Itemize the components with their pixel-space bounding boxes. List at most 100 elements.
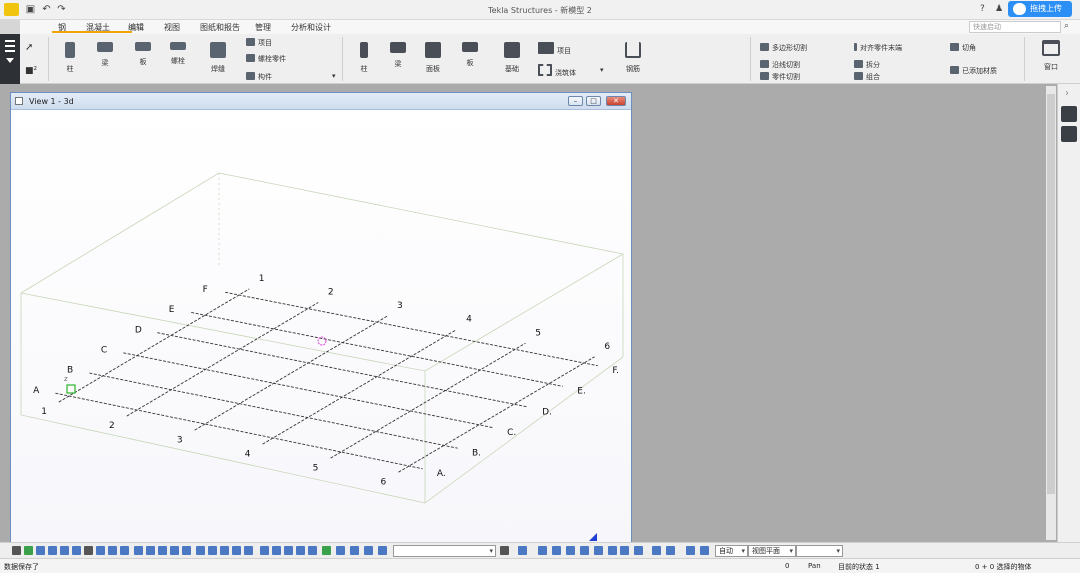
select-weld-icon[interactable] (120, 546, 129, 555)
select-object-icon[interactable] (84, 546, 93, 555)
model-canvas[interactable]: A A. B B. C C. D D. E E. F F. 1 1 2 2 3 3 4 4 5 5 6 6 z (11, 111, 631, 543)
quick-launch-input[interactable]: 快速启动 (969, 21, 1061, 33)
tab-drawings-reports[interactable]: 图纸和报告 (200, 22, 240, 33)
select-cut-icon[interactable] (134, 546, 143, 555)
fit-part-end-button[interactable]: 对齐零件末端 (854, 43, 902, 53)
select-reference-icon[interactable] (170, 546, 179, 555)
snap-end-points-icon[interactable] (296, 546, 305, 555)
snap-switch-dropdown[interactable]: ▾ (393, 545, 496, 557)
snap-geometry-lines-icon[interactable] (272, 546, 281, 555)
minimize-button[interactable]: – (568, 96, 583, 106)
select-component-icon[interactable] (48, 546, 57, 555)
snap-reference-lines-icon[interactable] (260, 546, 269, 555)
snap-settings-icon[interactable] (500, 546, 509, 555)
upload-button[interactable]: 拖拽上传 (1008, 1, 1072, 17)
polygon-cut-button[interactable]: 多边形切割 (760, 43, 807, 53)
line-cut-button[interactable]: 沿线切割 (760, 60, 800, 70)
select-point-icon[interactable] (158, 546, 167, 555)
concrete-item-button[interactable]: 项目 (538, 42, 571, 56)
tab-view[interactable]: 视图 (164, 22, 180, 33)
tab-analysis-design[interactable]: 分析和设计 (291, 22, 331, 33)
concrete-beam-button[interactable]: 梁 (387, 42, 409, 69)
select-pour-icon[interactable] (196, 546, 205, 555)
snap-arrow-icon[interactable] (666, 546, 675, 555)
select-in-view-icon[interactable] (686, 546, 695, 555)
steel-column-button[interactable]: 柱 (60, 42, 80, 74)
snap-tangent-icon[interactable] (620, 546, 629, 555)
expand-panel-icon[interactable]: › (1065, 88, 1069, 99)
extra-dropdown[interactable]: ▾ (796, 545, 843, 557)
snap-mode-dropdown[interactable]: 自动 ▾ (715, 545, 748, 557)
combine-button[interactable]: 组合 (854, 72, 880, 82)
help-icon[interactable]: ? (980, 4, 985, 14)
select-edge-icon[interactable] (232, 546, 241, 555)
bolt-button[interactable]: 螺栓 (166, 42, 190, 66)
properties-icon[interactable] (1061, 106, 1077, 122)
added-material-button[interactable]: 已添加材质 (950, 66, 997, 76)
side-menu-button[interactable] (0, 34, 20, 84)
user-icon[interactable]: ♟ (995, 4, 1003, 14)
bolt-part-button[interactable]: 螺栓零件 (246, 54, 286, 64)
select-bolt-icon[interactable] (72, 546, 81, 555)
snap-intersection-icon[interactable] (322, 546, 331, 555)
window-button[interactable]: 窗口 (1038, 40, 1064, 72)
close-button[interactable]: ✕ (606, 96, 626, 106)
snap-any-position-icon[interactable] (378, 546, 387, 555)
rebar-button[interactable]: 钢筋 (618, 42, 648, 74)
weld-button[interactable]: 焊缝 (207, 42, 229, 74)
select-switch-icon[interactable] (518, 546, 527, 555)
snap-angle-icon[interactable] (608, 546, 617, 555)
grid-line-E (191, 312, 563, 387)
snap-arc-icon[interactable] (634, 546, 643, 555)
footing-button[interactable]: 基础 (500, 42, 524, 74)
select-pointer-icon[interactable]: ➚ (25, 42, 33, 53)
snap-icon[interactable]: ■² (25, 66, 37, 76)
snap-orthogonal-icon[interactable] (652, 546, 661, 555)
concrete-more-chevron-icon[interactable]: ▾ (600, 66, 604, 74)
snap-center-icon[interactable] (538, 546, 547, 555)
steel-beam-button[interactable]: 梁 (94, 42, 116, 68)
snap-perpendicular-icon[interactable] (336, 546, 345, 555)
snap-mid-points-icon[interactable] (308, 546, 317, 555)
steel-plate-button[interactable]: 板 (132, 42, 154, 67)
component-button[interactable]: 构件 (246, 72, 272, 82)
select-grid-icon[interactable] (96, 546, 105, 555)
select-assembly-icon[interactable] (60, 546, 69, 555)
concrete-slab-button[interactable]: 板 (459, 42, 481, 68)
split-button[interactable]: 拆分 (854, 60, 880, 70)
select-line-icon[interactable] (244, 546, 253, 555)
steel-item-button[interactable]: 项目 (246, 38, 272, 48)
select-surface-icon[interactable] (36, 546, 45, 555)
select-grid-line-icon[interactable] (108, 546, 117, 555)
part-cut-button[interactable]: 零件切割 (760, 72, 800, 82)
select-all-icon[interactable] (12, 546, 21, 555)
snap-points-icon[interactable] (284, 546, 293, 555)
search-icon[interactable]: ⌕ (1064, 21, 1074, 31)
steel-more-chevron-icon[interactable]: ▾ (332, 72, 336, 80)
concrete-panel-button[interactable]: 面板 (422, 42, 444, 74)
snap-cross-icon[interactable] (594, 546, 603, 555)
catalog-icon[interactable] (1061, 126, 1077, 142)
select-parts-icon[interactable] (24, 546, 33, 555)
pour-button[interactable]: 浇筑体 (538, 64, 576, 78)
snap-square-icon[interactable] (552, 546, 561, 555)
view-title-bar[interactable]: View 1 - 3d – □ ✕ (11, 93, 631, 110)
snap-triangle-icon[interactable] (580, 546, 589, 555)
snap-circle-icon[interactable] (566, 546, 575, 555)
select-reinforcement-icon[interactable] (182, 546, 191, 555)
scrollbar-thumb[interactable] (1047, 94, 1055, 494)
work-plane-dropdown[interactable]: 视图平面 ▾ (748, 545, 796, 557)
select-view-icon[interactable] (146, 546, 155, 555)
select-plane-icon[interactable] (220, 546, 229, 555)
select-surface-treatment-icon[interactable] (208, 546, 217, 555)
snap-line-extension-icon[interactable] (364, 546, 373, 555)
view-window[interactable]: View 1 - 3d – □ ✕ A A. B B. C C. D D. E E. F F. 1 1 2 2… (10, 92, 632, 544)
select-all-views-icon[interactable] (700, 546, 709, 555)
chevron-down-icon: ▾ (741, 547, 745, 555)
chamfer-button[interactable]: 切角 (950, 43, 976, 53)
vertical-scrollbar[interactable] (1046, 86, 1056, 540)
maximize-button[interactable]: □ (586, 96, 601, 106)
tab-manage[interactable]: 管理 (255, 22, 271, 33)
snap-nearest-icon[interactable] (350, 546, 359, 555)
concrete-column-button[interactable]: 柱 (354, 42, 374, 74)
